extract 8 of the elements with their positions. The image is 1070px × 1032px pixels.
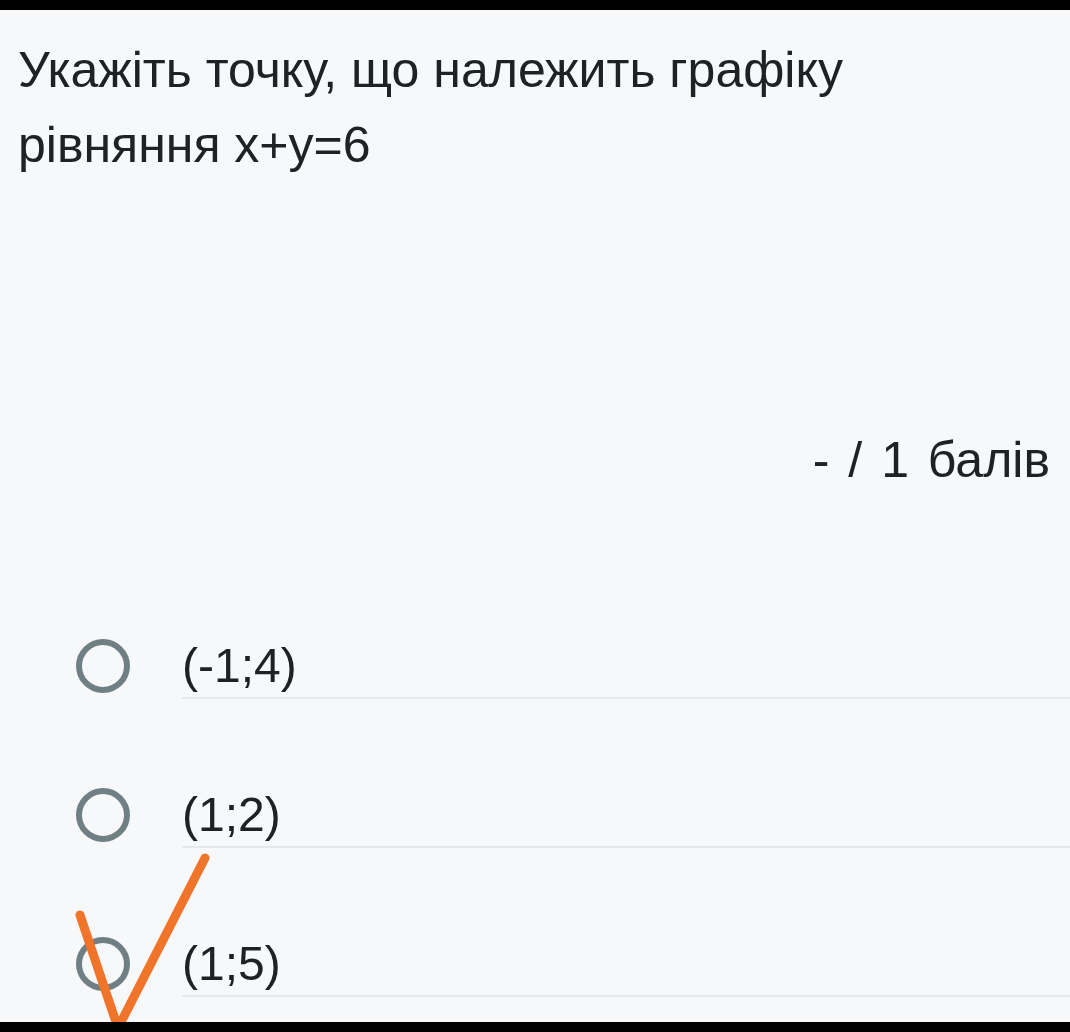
option-label: (-1;4) — [182, 633, 1070, 699]
points-label: - / 1 балів — [811, 431, 1051, 490]
option-label: (1;5) — [182, 931, 1070, 997]
radio-button[interactable] — [76, 788, 130, 842]
radio-button[interactable] — [76, 937, 130, 991]
option-label: (1;2) — [182, 782, 1070, 848]
radio-button[interactable] — [76, 639, 130, 693]
question-text: Укажіть точку, що належить графіку рівняння x+y=6 — [17, 41, 844, 175]
